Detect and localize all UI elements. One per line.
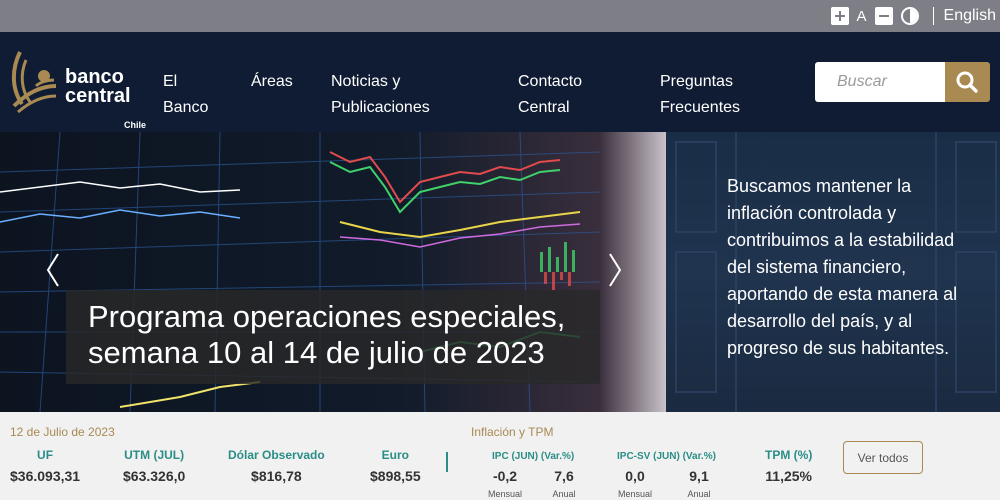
indicator-ipc-sv[interactable]: IPC-SV (JUN) (Var.%) — [617, 451, 716, 462]
main-navbar: banco central Chile El Banco Áreas Notic… — [0, 32, 1000, 132]
nav-label: Central — [518, 99, 570, 116]
indicator-label: UTM (JUL) — [124, 448, 185, 462]
divider — [932, 7, 934, 25]
ipc-var: (Var.%) — [540, 451, 575, 462]
font-size-label: A — [856, 7, 867, 25]
nav-label: El — [163, 73, 178, 90]
slide-caption-line: semana 10 al 14 de julio de 2023 — [88, 335, 545, 370]
mission-panel: Buscamos mantener la inflación controlad… — [666, 132, 1000, 412]
indicator-euro[interactable]: Euro $898,55 — [370, 448, 421, 484]
slide-caption[interactable]: Programa operaciones especiales, semana … — [66, 290, 600, 384]
logo-wordmark: banco central — [65, 67, 131, 107]
indicator-utm[interactable]: UTM (JUL) $63.326,0 — [123, 448, 185, 484]
nav-item-contacto[interactable]: Contacto Central — [518, 69, 582, 121]
indicator-value: $63.326,0 — [123, 468, 186, 484]
indicator-dolar[interactable]: Dólar Observado $816,78 — [228, 448, 325, 484]
indicator-label: UF — [37, 448, 54, 462]
ipcsv-monthly-value: 0,0 — [625, 468, 645, 484]
carousel-prev-button[interactable] — [44, 250, 64, 290]
ipcsv-monthly: 0,0 Mensual — [614, 468, 656, 499]
accessibility-bar: A English — [0, 0, 1000, 32]
chevron-right-icon — [609, 253, 622, 287]
ipcsv-label: IPC-SV (JUN) — [617, 451, 680, 462]
ipcsv-annual: 9,1 Anual — [682, 468, 716, 499]
indicator-label: IPC (JUN) (Var.%) — [492, 451, 574, 462]
ipc-monthly: -0,2 Mensual — [484, 468, 526, 499]
nav-label: Áreas — [251, 73, 293, 90]
ipc-label: IPC (JUN) — [492, 451, 539, 462]
nav-label: Banco — [163, 99, 209, 116]
chevron-left-icon — [46, 253, 59, 287]
ipc-monthly-label: Mensual — [487, 489, 523, 499]
ipc-annual-value: 7,6 — [554, 468, 574, 484]
ipc-annual-label: Anual — [552, 489, 576, 499]
ipc-monthly-value: -0,2 — [492, 468, 518, 484]
nav-item-preguntas[interactable]: Preguntas Frecuentes — [660, 69, 740, 121]
ipcsv-monthly-label: Mensual — [617, 489, 653, 499]
inflation-title: Inflación y TPM — [471, 425, 554, 439]
bank-logo[interactable]: banco central Chile — [8, 46, 148, 130]
indicator-tpm[interactable]: TPM (%) 11,25% — [765, 448, 812, 484]
nav-item-el-banco[interactable]: El Banco — [163, 69, 208, 121]
ipcsv-var: (Var.%) — [682, 451, 716, 462]
nav-label: Frecuentes — [660, 99, 741, 116]
hero-banner: Programa operaciones especiales, semana … — [0, 132, 1000, 412]
ipc-annual: 7,6 Anual — [547, 468, 581, 499]
accessibility-controls: A English — [830, 0, 1000, 32]
ipcsv-annual-label: Anual — [687, 489, 711, 499]
logo-emblem-icon — [11, 51, 57, 114]
logo-country: Chile — [124, 120, 147, 130]
indicator-label: IPC-SV (JUN) (Var.%) — [617, 451, 716, 462]
search-input[interactable] — [815, 62, 945, 102]
indicator-label: Dólar Observado — [228, 448, 325, 462]
search-button[interactable] — [945, 62, 990, 102]
nav-item-areas[interactable]: Áreas — [251, 69, 293, 95]
indicator-value: $816,78 — [251, 468, 302, 484]
indicator-label: TPM (%) — [765, 448, 813, 462]
economic-indicators-bar: 12 de Julio de 2023 UF $36.093,31 UTM (J… — [0, 412, 1000, 500]
carousel-next-button[interactable] — [604, 250, 624, 290]
indicator-uf[interactable]: UF $36.093,31 — [10, 448, 80, 484]
language-link[interactable]: English — [944, 7, 996, 25]
indicator-label: Euro — [381, 448, 409, 462]
indicator-value: $898,55 — [370, 468, 421, 484]
ipcsv-annual-value: 9,1 — [689, 468, 709, 484]
mission-statement: Buscamos mantener la inflación controlad… — [727, 176, 958, 358]
minus-icon — [878, 15, 889, 17]
logo-line-2: central — [65, 85, 131, 107]
nav-label: Publicaciones — [331, 99, 430, 116]
plus-icon-v — [838, 11, 841, 21]
indicator-value: 11,25% — [765, 468, 813, 484]
indicators-divider — [446, 452, 448, 472]
indicators-date: 12 de Julio de 2023 — [10, 425, 115, 439]
hero-carousel: Programa operaciones especiales, semana … — [0, 132, 666, 412]
slide-caption-line: Programa operaciones especiales, — [88, 299, 566, 334]
nav-label: Noticias y — [331, 73, 401, 90]
indicator-ipc[interactable]: IPC (JUN) (Var.%) — [492, 451, 574, 462]
see-all-button[interactable]: Ver todos — [843, 441, 923, 474]
nav-label: Contacto — [518, 73, 583, 90]
nav-label: Preguntas — [660, 73, 733, 90]
increase-font-button[interactable] — [830, 7, 849, 25]
contrast-toggle-icon[interactable] — [900, 7, 919, 25]
decrease-font-button[interactable] — [874, 7, 893, 25]
search-icon — [956, 71, 978, 93]
indicator-value: $36.093,31 — [10, 468, 81, 484]
nav-item-noticias[interactable]: Noticias y Publicaciones — [331, 69, 430, 121]
